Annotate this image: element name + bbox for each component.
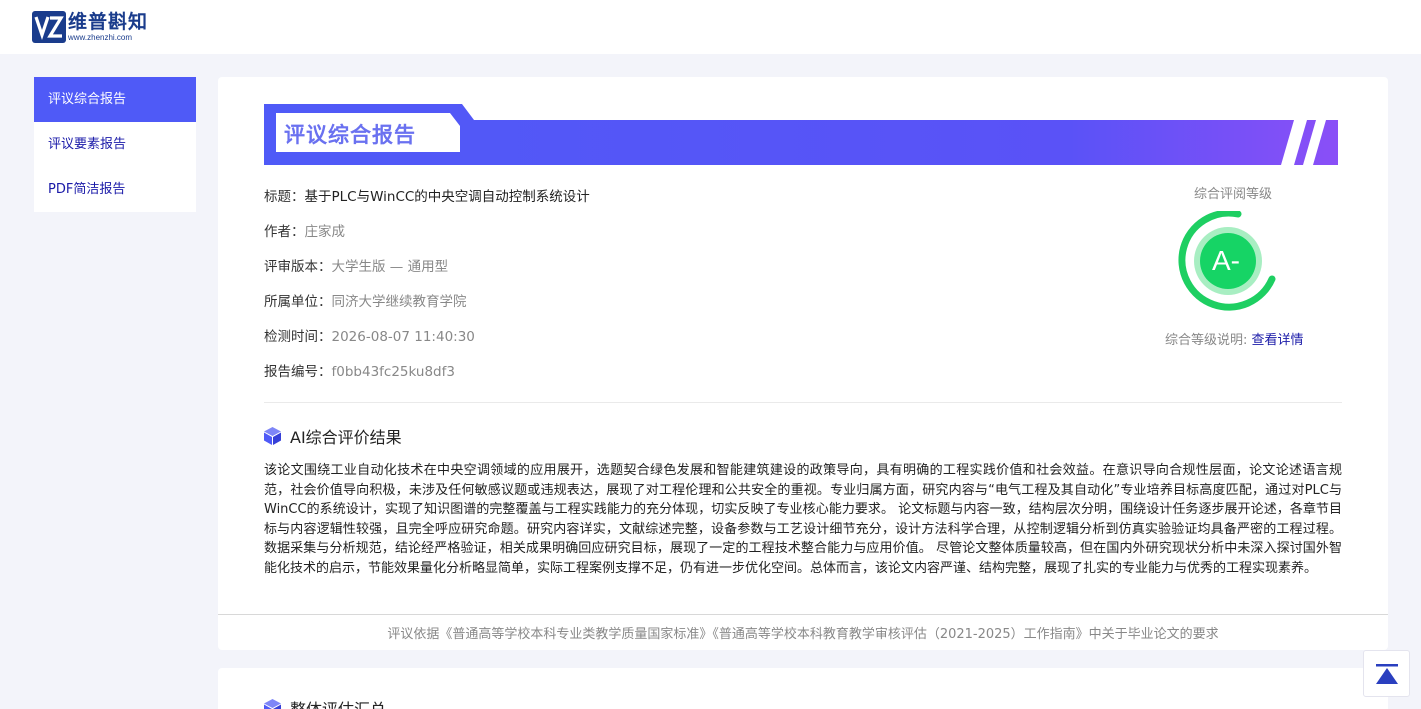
sidebar-item-pdf-report[interactable]: PDF简洁报告 xyxy=(34,167,196,212)
sidebar-item-comprehensive-report[interactable]: 评议综合报告 xyxy=(34,77,196,122)
author-value: 庄家成 xyxy=(304,224,346,240)
meta-id: 报告编号：f0bb43fc25ku8df3 xyxy=(264,364,455,380)
report-title-value: 基于PLC与WinCC的中央空调自动控制系统设计 xyxy=(304,189,590,205)
ai-evaluation-text: 该论文围绕工业自动化技术在中央空调领域的应用展开，选题契合绿色发展和智能建筑建设… xyxy=(264,463,1342,576)
back-to-top-button[interactable] xyxy=(1363,650,1410,697)
view-details-link[interactable]: 查看详情 xyxy=(1252,333,1304,348)
meta-author: 作者：庄家成 xyxy=(264,224,346,240)
summary-card: 整体评估汇总 xyxy=(218,668,1388,709)
meta-unit: 所属单位：同济大学继续教育学院 xyxy=(264,294,467,310)
top-bar: 维普斟知 www.zhenzhi.com xyxy=(0,0,1421,54)
grade-label: 综合评阅等级 xyxy=(1194,187,1273,202)
footer-divider xyxy=(218,614,1388,615)
sidebar-item-element-report[interactable]: 评议要素报告 xyxy=(34,122,196,167)
brand-logo[interactable]: 维普斟知 www.zhenzhi.com xyxy=(32,11,148,43)
sidebar: 评议综合报告 评议要素报告 PDF简洁报告 xyxy=(34,77,196,212)
brand-url: www.zhenzhi.com xyxy=(68,33,133,42)
summary-section-title: 整体评估汇总 xyxy=(264,696,386,709)
cube-icon xyxy=(264,699,281,709)
report-card: 评议综合报告 标题：基于PLC与WinCC的中央空调自动控制系统设计 作者：庄家… xyxy=(218,77,1388,650)
grade-note: 综合等级说明: 查看详情 xyxy=(1165,333,1304,348)
unit-value: 同济大学继续教育学院 xyxy=(331,294,467,310)
arrow-up-icon xyxy=(1375,663,1398,684)
time-value: 2026-08-07 11:40:30 xyxy=(331,329,475,345)
meta-time: 检测时间：2026-08-07 11:40:30 xyxy=(264,329,475,345)
evaluation-basis-note: 评议依据《普通高等学校本科专业类教学质量国家标准》《普通高等学校本科教育教学审核… xyxy=(387,627,1219,642)
grade-value: A- xyxy=(1212,245,1240,276)
meta-version: 评审版本：大学生版 — 通用型 xyxy=(264,259,449,275)
meta-title: 标题：基于PLC与WinCC的中央空调自动控制系统设计 xyxy=(264,189,590,205)
vz-logo-icon xyxy=(32,11,66,43)
banner-title: 评议综合报告 xyxy=(284,123,416,147)
divider xyxy=(264,402,1342,403)
report-banner xyxy=(264,104,1338,165)
version-value: 大学生版 — 通用型 xyxy=(331,259,449,275)
report-id-value: f0bb43fc25ku8df3 xyxy=(331,364,455,380)
cube-icon xyxy=(264,427,281,445)
brand-name: 维普斟知 xyxy=(68,11,149,33)
ai-section-title: AI综合评价结果 xyxy=(264,424,402,448)
